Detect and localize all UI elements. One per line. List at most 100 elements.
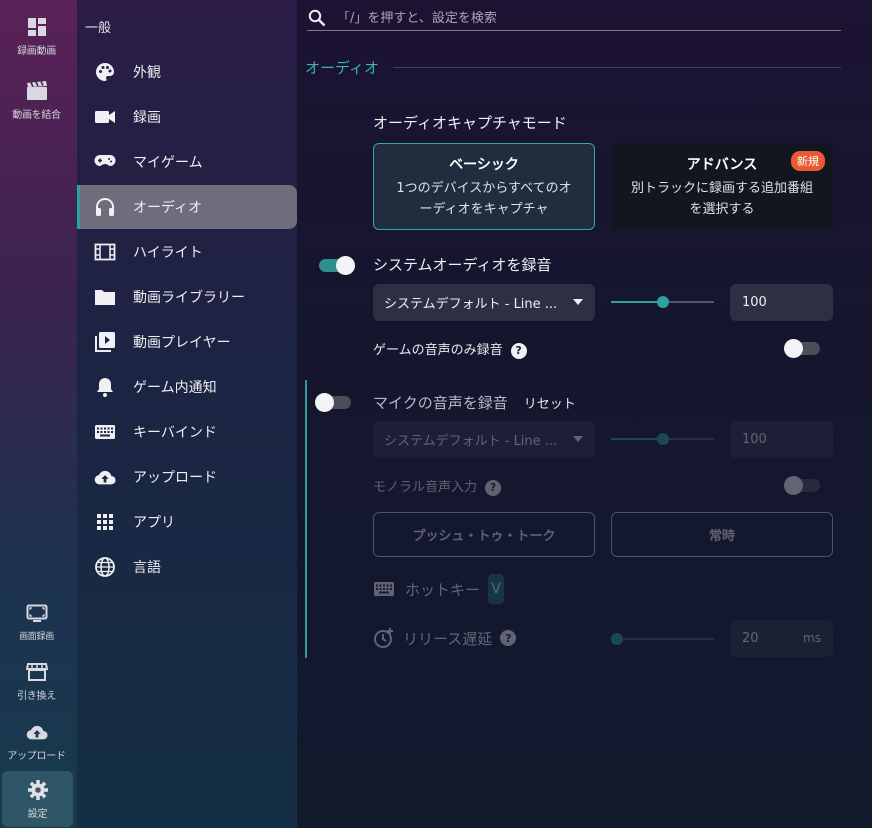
- sidebar-item-my-games[interactable]: マイゲーム: [77, 140, 297, 184]
- release-delay-input[interactable]: 20 ms: [730, 620, 833, 657]
- monitor-icon: [26, 603, 48, 625]
- dashboard-icon: [26, 16, 48, 38]
- capture-mode-basic-title: ベーシック: [449, 156, 519, 173]
- slider-thumb[interactable]: [657, 296, 669, 308]
- slider-fill: [611, 301, 663, 303]
- rail-item-upload[interactable]: アップロード: [0, 716, 73, 766]
- section-divider: [393, 67, 841, 68]
- chevron-down-icon: [573, 299, 583, 305]
- store-icon: [25, 661, 48, 683]
- sidebar-item-label: 動画ライブラリー: [133, 290, 245, 306]
- search-icon: [307, 8, 327, 28]
- system-audio-volume-slider[interactable]: [611, 295, 714, 309]
- slider-thumb[interactable]: [657, 433, 669, 445]
- apps-grid-icon: [94, 511, 116, 533]
- capture-mode-basic[interactable]: ベーシック 1つのデバイスからすべてのオ ーディオをキャプチャ: [373, 143, 595, 230]
- sidebar-item-video-player[interactable]: 動画プレイヤー: [77, 320, 297, 364]
- sidebar-item-label: ゲーム内通知: [133, 380, 217, 396]
- mono-input-label: モノラル音声入力: [373, 480, 478, 495]
- toggle-knob: [784, 339, 803, 358]
- toggle-knob: [336, 256, 355, 275]
- settings-sidebar: 一般 外観 録画 マイゲーム オーディオ ハイライト 動画ライブラリー 動画プレ…: [77, 0, 297, 828]
- push-to-talk-button[interactable]: プッシュ・トゥ・トーク: [373, 512, 595, 557]
- rail-item-redeem[interactable]: 引き換え: [0, 656, 73, 706]
- rail-label: 設定: [27, 808, 48, 820]
- rail-item-settings[interactable]: 設定: [2, 771, 73, 827]
- bell-icon: [94, 376, 116, 398]
- rail-item-recordings[interactable]: 録画動画: [0, 8, 73, 64]
- app-rail: 録画動画 動画を結合 画面録画 引き換え アップロード 設定: [0, 0, 77, 828]
- section-title-audio: オーディオ: [305, 59, 379, 77]
- hotkey-value[interactable]: V: [488, 574, 505, 604]
- sidebar-item-label: 外観: [133, 65, 161, 81]
- capture-mode-basic-desc-1: 1つのデバイスからすべてのオ: [396, 180, 572, 196]
- always-on-button[interactable]: 常時: [611, 512, 833, 557]
- release-delay-unit: ms: [803, 631, 821, 645]
- cloud-upload-icon: [94, 466, 116, 488]
- rail-label: 動画を結合: [12, 109, 61, 121]
- sidebar-item-label: ハイライト: [133, 245, 203, 261]
- system-audio-toggle[interactable]: [319, 256, 355, 275]
- mic-volume-slider[interactable]: [611, 432, 714, 446]
- capture-mode-title: オーディオキャプチャモード: [373, 114, 567, 132]
- rail-label: 録画動画: [17, 45, 56, 57]
- sidebar-item-apps[interactable]: アプリ: [77, 500, 297, 544]
- search-input[interactable]: [337, 10, 817, 26]
- mic-audio-toggle[interactable]: [315, 393, 351, 412]
- new-badge: 新規: [791, 151, 825, 171]
- mic-device-select[interactable]: システムデフォルト - Line ...: [373, 421, 595, 458]
- video-camera-icon: [94, 106, 116, 128]
- mic-device-value: システムデフォルト - Line ...: [384, 434, 558, 449]
- chevron-down-icon: [573, 436, 583, 442]
- sidebar-item-video-library[interactable]: 動画ライブラリー: [77, 275, 297, 319]
- mic-settings-group: マイクの音声を録音 リセット システムデフォルト - Line ... 100 モ…: [297, 380, 872, 660]
- rail-item-merge-videos[interactable]: 動画を結合: [0, 72, 73, 128]
- slider-thumb[interactable]: [611, 633, 623, 645]
- capture-mode-advanced-desc-1: 別トラックに録画する追加番組: [630, 180, 813, 196]
- help-icon[interactable]: ?: [500, 630, 517, 646]
- sidebar-item-label: マイゲーム: [133, 155, 203, 171]
- game-only-audio-label: ゲームの音声のみ録音: [373, 343, 503, 358]
- capture-mode-advanced[interactable]: 新規 アドバンス 別トラックに録画する追加番組 を選択する: [611, 143, 833, 230]
- game-only-audio-row: ゲームの音声のみ録音?: [373, 339, 527, 359]
- film-clip-icon: [26, 80, 48, 102]
- sidebar-item-keybinds[interactable]: キーバインド: [77, 410, 297, 454]
- settings-search: [307, 6, 841, 31]
- game-only-audio-toggle[interactable]: [784, 339, 820, 358]
- system-audio-device-select[interactable]: システムデフォルト - Line ...: [373, 284, 595, 321]
- sidebar-item-label: 言語: [133, 560, 161, 576]
- mic-audio-label: マイクの音声を録音: [373, 394, 508, 412]
- toggle-knob: [784, 476, 803, 495]
- gamepad-icon: [94, 151, 116, 173]
- rail-item-screen-record[interactable]: 画面録画: [0, 598, 73, 646]
- sidebar-item-appearance[interactable]: 外観: [77, 50, 297, 94]
- toggle-knob: [315, 393, 334, 412]
- release-delay-value: 20: [742, 631, 759, 646]
- help-icon[interactable]: ?: [510, 342, 527, 359]
- gear-icon: [27, 779, 49, 801]
- hotkey-label: ホットキー: [405, 580, 481, 599]
- sidebar-item-label: 動画プレイヤー: [133, 335, 231, 351]
- rail-label: アップロード: [7, 750, 66, 762]
- mic-reset-link[interactable]: リセット: [524, 397, 576, 412]
- sidebar-item-upload[interactable]: アップロード: [77, 455, 297, 499]
- sidebar-item-label: アプリ: [133, 515, 175, 531]
- release-delay-slider[interactable]: [611, 632, 714, 646]
- mic-volume-input[interactable]: 100: [730, 421, 833, 458]
- mic-volume-value: 100: [742, 432, 767, 447]
- mono-input-toggle[interactable]: [784, 476, 820, 495]
- rail-label: 画面録画: [19, 631, 54, 642]
- sidebar-item-highlights[interactable]: ハイライト: [77, 230, 297, 274]
- help-icon[interactable]: ?: [485, 479, 502, 496]
- capture-mode-advanced-title: アドバンス: [686, 156, 758, 173]
- sidebar-item-ingame-notifications[interactable]: ゲーム内通知: [77, 365, 297, 409]
- system-audio-volume-input[interactable]: 100: [730, 284, 833, 321]
- cloud-upload-icon: [26, 721, 48, 743]
- sidebar-item-recording[interactable]: 録画: [77, 95, 297, 139]
- globe-icon: [94, 556, 116, 578]
- sidebar-item-language[interactable]: 言語: [77, 545, 297, 589]
- slider-fill: [611, 438, 663, 440]
- capture-mode-basic-desc-2: ーディオをキャプチャ: [419, 201, 549, 217]
- mono-input-row: モノラル音声入力?: [373, 476, 502, 496]
- sidebar-item-audio[interactable]: オーディオ: [77, 185, 297, 229]
